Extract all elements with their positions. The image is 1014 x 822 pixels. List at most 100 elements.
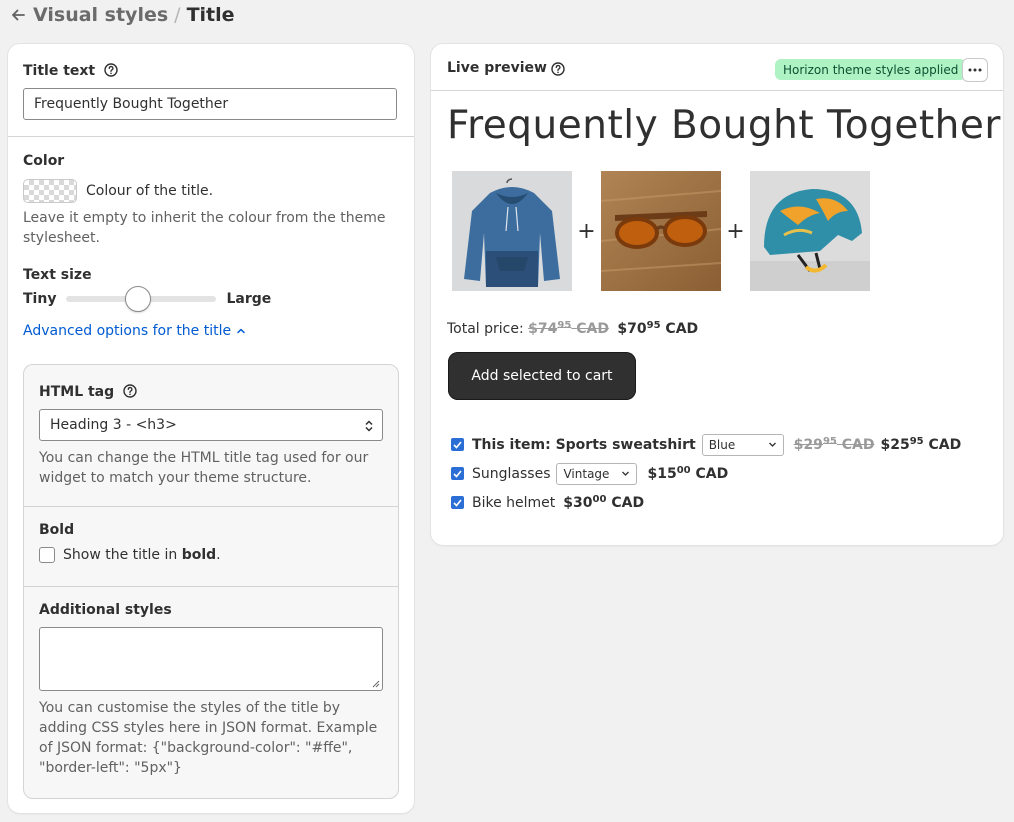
item-price-cents: 95 [909,436,924,447]
title-text-section: Title text [23,60,399,120]
theme-status-badge: Horizon theme styles applied [775,59,967,80]
chevron-down-icon [622,471,630,476]
title-text-label: Title text [23,63,96,79]
chevron-down-icon [768,442,776,447]
product-images-row: + + [452,171,870,291]
slider-max-label: Large [226,291,272,307]
item-checkbox[interactable] [451,467,464,480]
total-new-currency: CAD [665,321,699,337]
helmet-product-image[interactable] [750,171,870,291]
breadcrumb: Visual styles / Title [9,2,235,28]
total-old-currency: CAD [576,321,609,337]
total-new-cents: 95 [646,320,661,331]
chevron-up-icon [237,328,245,334]
live-preview-card: Live preview Horizon theme styles applie… [431,44,1003,545]
breadcrumb-parent[interactable]: Visual styles [33,4,168,26]
total-old-price: $7495 CAD [528,320,609,337]
help-icon[interactable] [104,62,118,77]
list-item: Bike helmet $3000 CAD [451,488,961,517]
item-currency: CAD [928,437,962,453]
total-price: Total price: $7495 CAD $7095 CAD [447,320,698,337]
more-horizontal-icon [968,68,982,72]
item-name: This item: Sports sweatshirt [472,436,696,453]
html-tag-section: HTML tag Heading 3 - <h3> You can change… [39,381,383,488]
slider-min-label: Tiny [23,291,57,307]
bold-section: Bold Show the title in bold. [39,522,383,563]
item-name: Sunglasses [472,465,551,482]
back-arrow-icon[interactable] [9,6,27,24]
check-icon [453,440,462,449]
plus-sign: + [577,218,596,244]
html-tag-select[interactable]: Heading 3 - <h3> [39,409,383,441]
color-section: Color Colour of the title. Leave it empt… [23,153,399,339]
variant-value: Vintage [563,466,610,481]
help-icon[interactable] [551,61,565,76]
item-price-main: $15 [647,466,677,482]
section-divider [24,506,398,507]
list-item: This item: Sports sweatshirt Blue $2995 … [451,430,961,459]
live-preview-header: Live preview [447,60,565,76]
item-price: $2595 CAD [880,436,961,453]
item-currency: CAD [611,495,645,511]
text-size-slider: Tiny Large [23,286,399,312]
more-actions-button[interactable] [962,58,988,82]
variant-select[interactable]: Blue [701,433,784,456]
add-to-cart-button[interactable]: Add selected to cart [448,352,636,400]
section-divider [24,586,398,587]
list-item: Sunglasses Vintage $1500 CAD [451,459,961,488]
text-size-label: Text size [23,267,92,283]
advanced-options-panel: HTML tag Heading 3 - <h3> You can change… [23,364,399,799]
variant-value: Blue [708,437,736,452]
item-old-price: $2995 CAD [794,436,875,453]
additional-styles-help-text: You can customise the styles of the titl… [39,700,378,776]
check-icon [453,469,462,478]
item-price-main: $30 [563,495,593,511]
slider-track[interactable] [66,286,217,312]
select-arrows-icon [365,420,373,432]
variant-select[interactable]: Vintage [556,462,638,485]
hoodie-product-image[interactable] [452,171,572,291]
item-checkbox[interactable] [451,438,464,451]
html-tag-value: Heading 3 - <h3> [50,417,177,433]
html-tag-label: HTML tag [39,384,115,400]
additional-styles-textarea[interactable] [39,627,383,691]
section-divider [8,136,414,137]
color-label: Color [23,153,65,169]
additional-styles-section: Additional styles You can customise the … [39,602,383,778]
advanced-options-link[interactable]: Advanced options for the title [23,323,231,339]
help-icon[interactable] [123,383,137,398]
item-old-main: $29 [793,437,823,453]
bold-checkbox-row[interactable]: Show the title in bold. [39,547,383,563]
sunglasses-product-image[interactable] [601,171,721,291]
item-price: $1500 CAD [647,465,728,482]
check-icon [453,498,462,507]
title-settings-card: Title text Color Colour of the title. Le… [8,44,414,813]
item-checkbox[interactable] [451,496,464,509]
item-price: $3000 CAD [563,494,644,511]
total-new-price: $7095 CAD [617,320,699,337]
bold-text-suffix: . [216,547,221,563]
html-tag-help-text: You can change the HTML title tag used f… [39,450,369,486]
section-divider [431,90,1003,91]
additional-styles-label: Additional styles [39,602,172,618]
slider-thumb[interactable] [124,286,151,312]
total-new-main: $70 [617,321,647,337]
item-old-cents: 95 [822,436,837,447]
bold-checkbox-text: Show the title in bold. [63,547,221,563]
advanced-options-toggle[interactable]: Advanced options for the title [23,323,399,339]
bold-label: Bold [39,522,75,538]
bold-text-strong: bold [181,547,217,563]
title-text-input[interactable] [23,88,397,120]
live-preview-label: Live preview [447,60,547,76]
page-title: Title [186,4,235,26]
color-help-text: Leave it empty to inherit the colour fro… [23,210,386,246]
total-old-main: $74 [528,321,558,337]
bold-checkbox[interactable] [39,547,55,563]
item-currency: CAD [695,466,729,482]
color-swatch[interactable] [23,179,77,203]
bundle-items-list: This item: Sports sweatshirt Blue $2995 … [451,430,961,517]
plus-sign: + [726,218,745,244]
resize-grip-icon[interactable] [372,680,380,688]
breadcrumb-separator: / [174,4,181,26]
item-old-currency: CAD [841,437,875,453]
